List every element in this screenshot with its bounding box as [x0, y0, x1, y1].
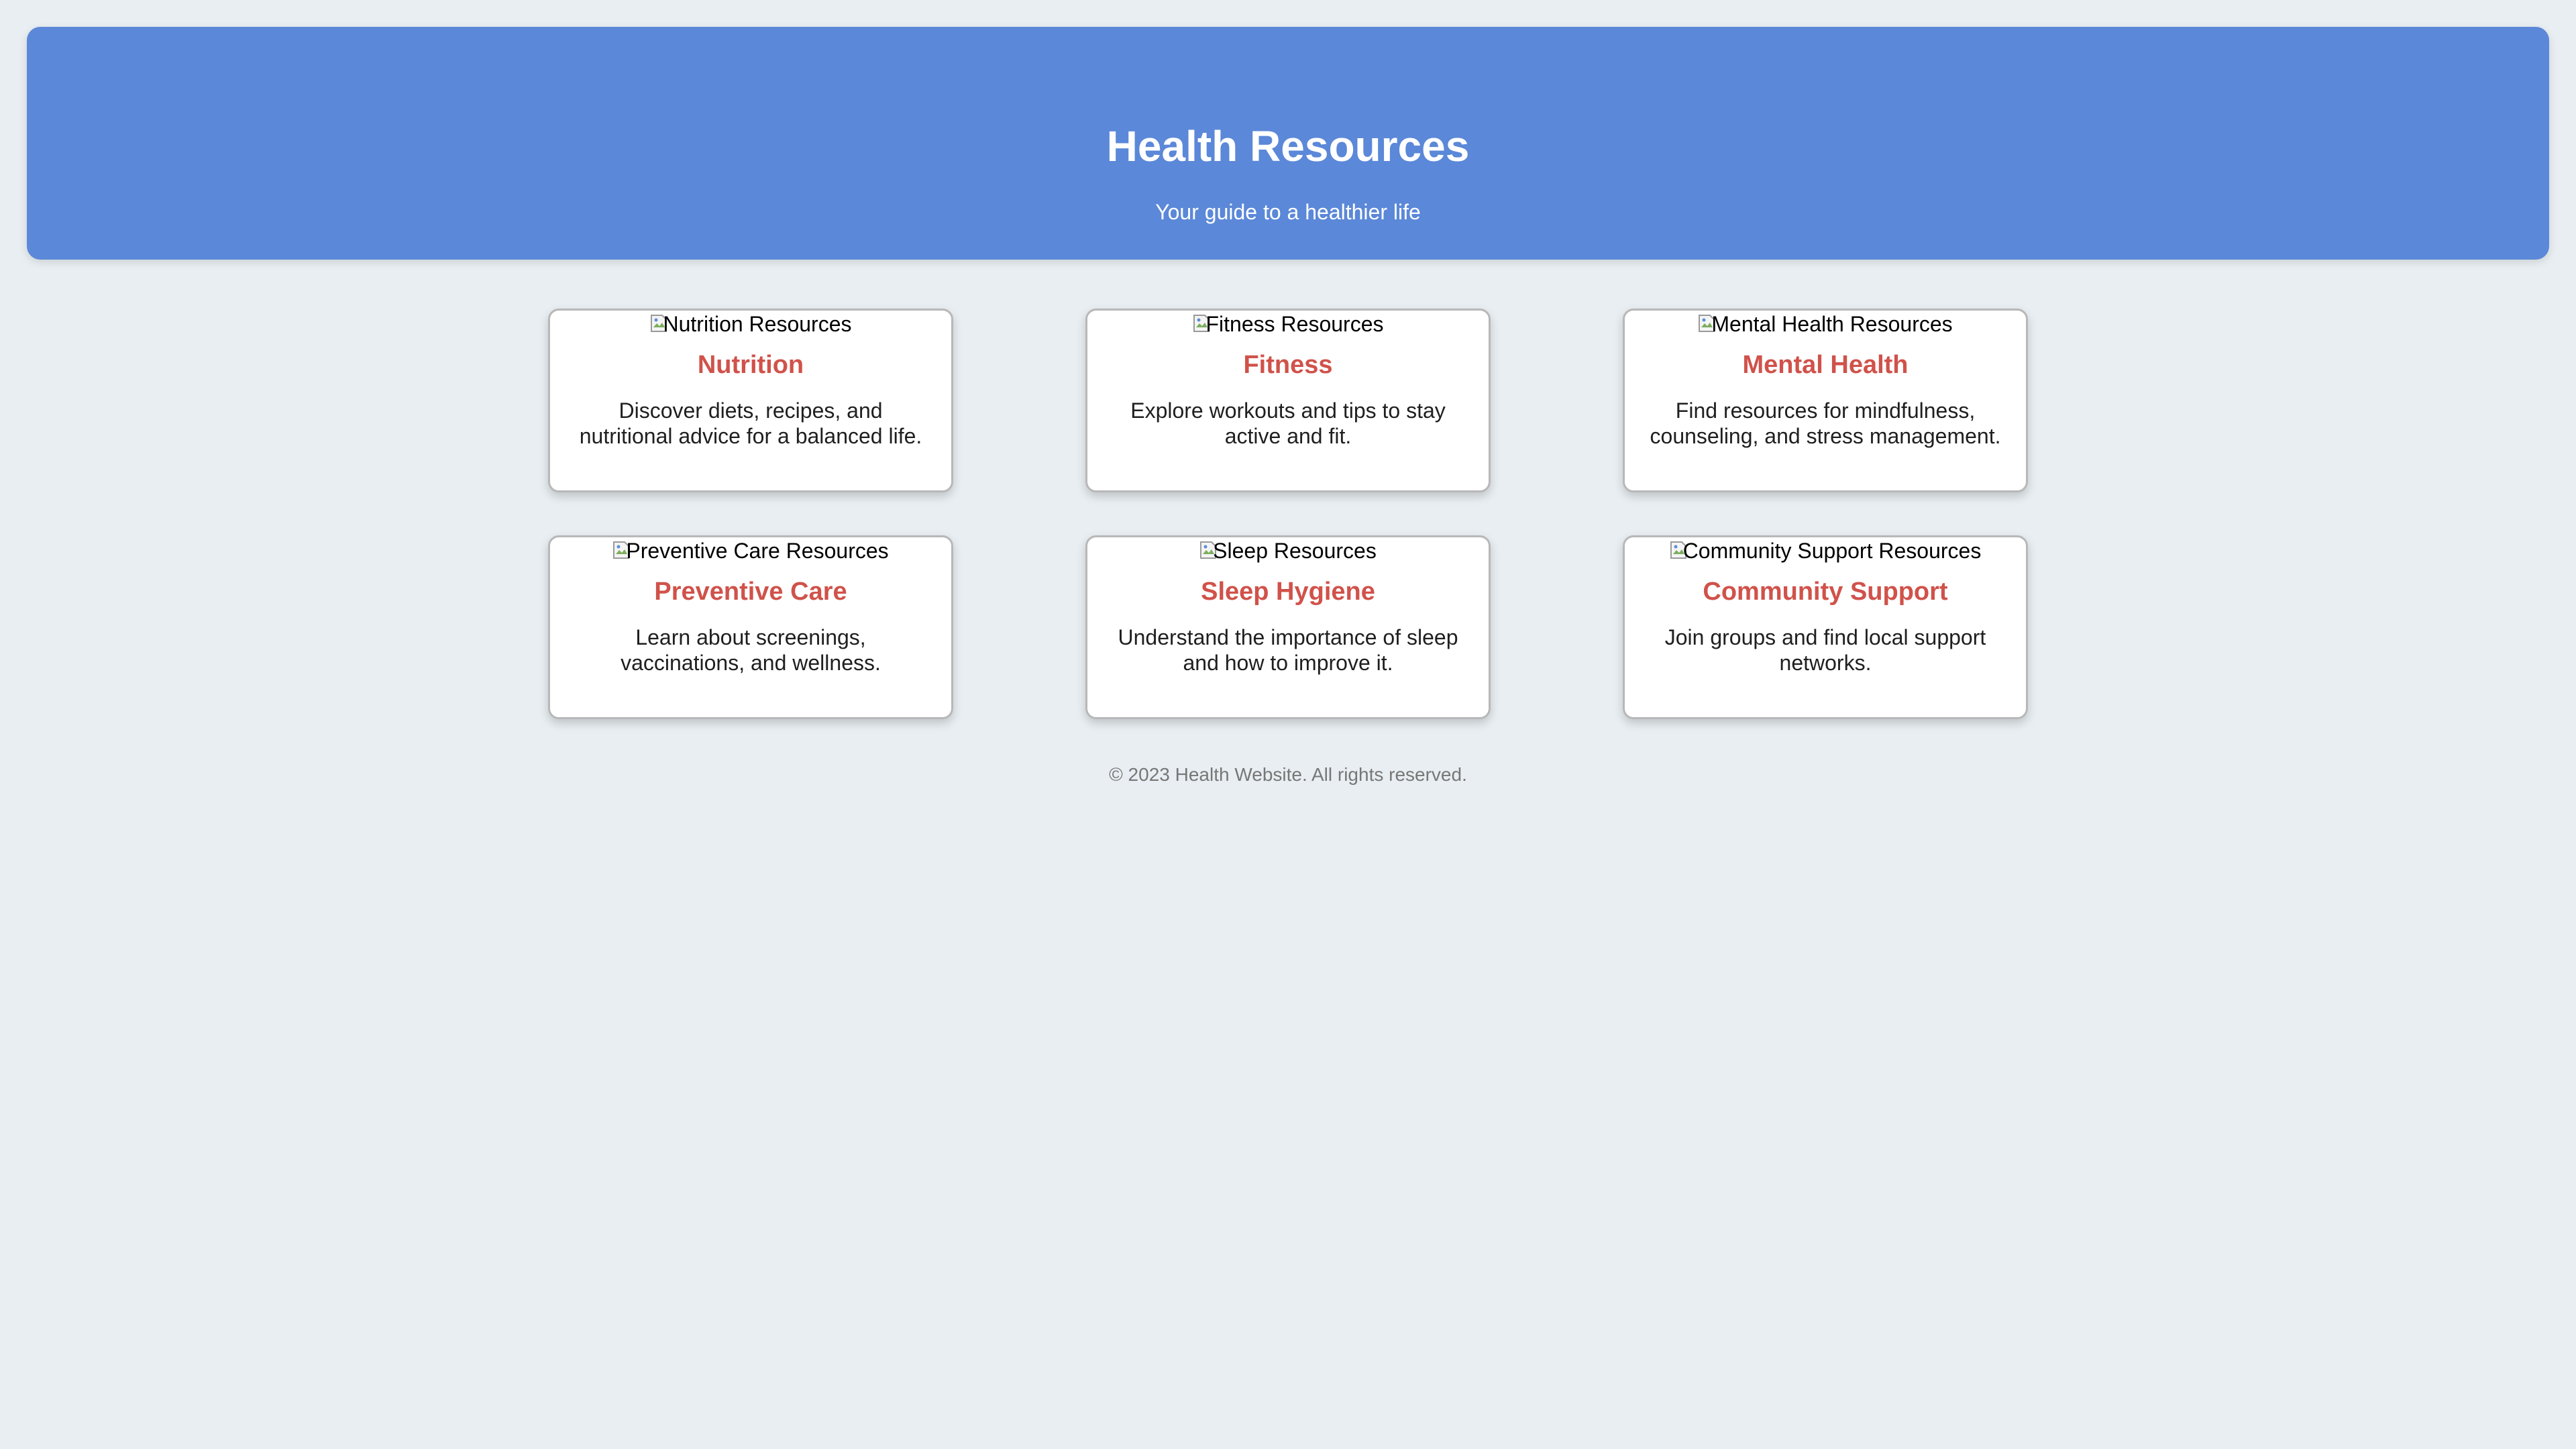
card-image-fitness: Fitness Resources [1087, 311, 1489, 337]
page-title: Health Resources [1106, 122, 1470, 170]
card-image-mental-health: Mental Health Resources [1625, 311, 2026, 337]
card-title: Community Support [1703, 578, 1948, 606]
resource-card-sleep-hygiene[interactable]: Sleep Resources Sleep Hygiene Understand… [1085, 535, 1491, 719]
card-image-alt: Nutrition Resources [663, 312, 852, 336]
card-image-alt: Fitness Resources [1205, 312, 1384, 336]
card-title: Fitness [1243, 351, 1333, 379]
card-description: Join groups and find local support netwo… [1664, 625, 1986, 675]
resource-card-preventive-care[interactable]: Preventive Care Resources Preventive Car… [548, 535, 953, 719]
card-image-alt: Preventive Care Resources [626, 539, 889, 563]
card-description: Find resources for mindfulness, counseli… [1650, 398, 2001, 448]
site-header: Health Resources Your guide to a healthi… [27, 27, 2549, 260]
card-title: Mental Health [1742, 351, 1909, 379]
resource-card-nutrition[interactable]: Nutrition Resources Nutrition Discover d… [548, 309, 953, 492]
card-description: Understand the importance of sleep and h… [1118, 625, 1458, 675]
card-image-community-support: Community Support Resources [1625, 537, 2026, 564]
resource-card-fitness[interactable]: Fitness Resources Fitness Explore workou… [1085, 309, 1491, 492]
card-image-nutrition: Nutrition Resources [550, 311, 951, 337]
card-image-preventive-care: Preventive Care Resources [550, 537, 951, 564]
page-subtitle: Your guide to a healthier life [1155, 200, 1421, 224]
card-description: Explore workouts and tips to stay active… [1130, 398, 1446, 448]
site-footer: © 2023 Health Website. All rights reserv… [0, 761, 2576, 788]
card-title: Preventive Care [654, 578, 847, 606]
copyright-text: © 2023 Health Website. All rights reserv… [1109, 764, 1467, 785]
card-image-alt: Community Support Resources [1682, 539, 1982, 563]
card-title: Nutrition [697, 351, 804, 379]
card-description: Discover diets, recipes, and nutritional… [579, 398, 922, 448]
resource-card-community-support[interactable]: Community Support Resources Community Su… [1623, 535, 2028, 719]
resource-card-grid: Nutrition Resources Nutrition Discover d… [548, 309, 2028, 719]
card-title: Sleep Hygiene [1201, 578, 1375, 606]
card-description: Learn about screenings, vaccinations, an… [621, 625, 881, 675]
card-image-alt: Sleep Resources [1213, 539, 1377, 563]
card-image-sleep: Sleep Resources [1087, 537, 1489, 564]
resource-card-mental-health[interactable]: Mental Health Resources Mental Health Fi… [1623, 309, 2028, 492]
card-image-alt: Mental Health Resources [1711, 312, 1953, 336]
